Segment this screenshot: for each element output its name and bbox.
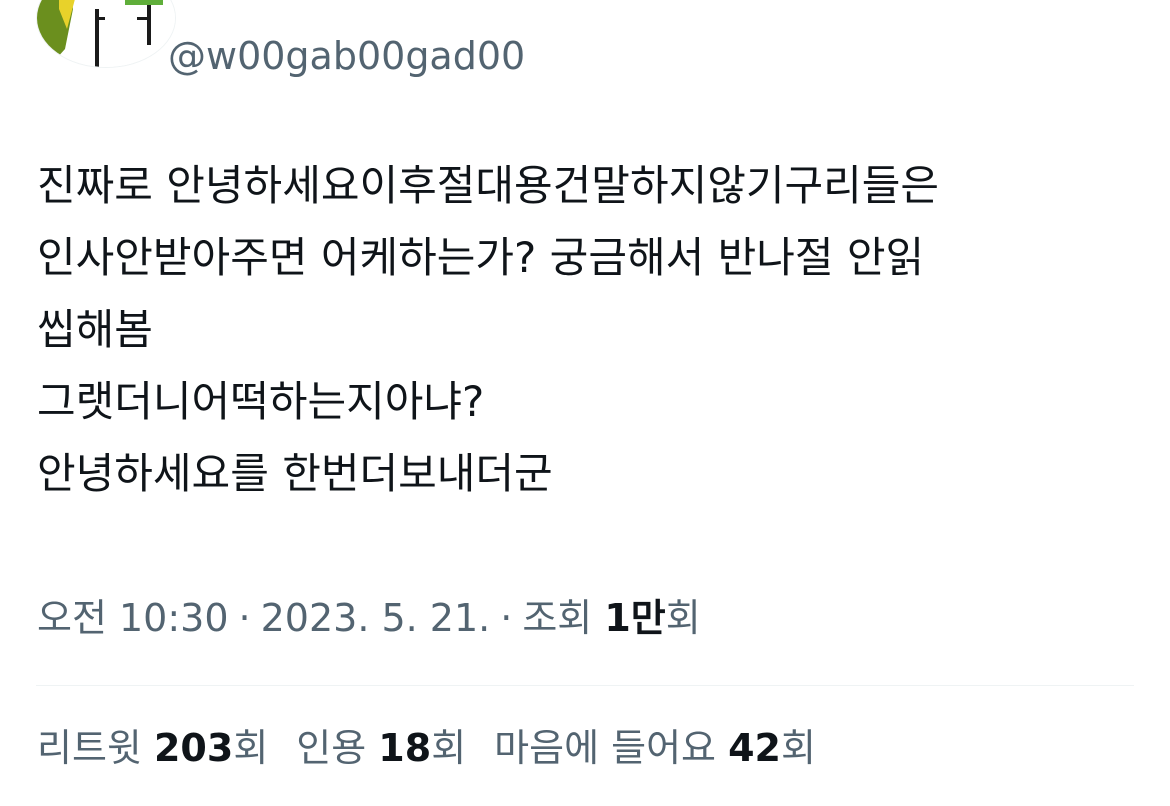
retweets-count: 203: [153, 726, 234, 770]
retweets-stat[interactable]: 리트윗 203회: [37, 718, 268, 778]
tweet-date[interactable]: 2023. 5. 21.: [261, 596, 491, 640]
meta-separator: ·: [500, 596, 513, 640]
tweet-text-line: 씹해봄: [37, 305, 153, 354]
likes-count: 42: [728, 726, 781, 770]
tweet-text-line: 진짜로 안녕하세요이후절대용건말하지않기구리들은: [37, 161, 940, 210]
tweet-text-line: 그랫더니어떡하는지아냐?: [37, 377, 485, 426]
quotes-stat[interactable]: 인용 18회: [296, 718, 466, 778]
views-suffix: 회: [665, 596, 701, 640]
tweet-meta: 오전 10:30 · 2023. 5. 21. · 조회 1만회: [37, 588, 701, 648]
quotes-label: 인용: [296, 726, 367, 770]
retweets-suffix: 회: [233, 726, 269, 770]
divider: [36, 685, 1134, 686]
retweets-label: 리트윗: [37, 726, 142, 770]
avatar[interactable]: [36, 0, 176, 68]
likes-suffix: 회: [780, 726, 816, 770]
quotes-count: 18: [378, 726, 432, 770]
tweet-time[interactable]: 오전 10:30: [37, 596, 229, 640]
likes-label: 마음에 들어요: [494, 726, 716, 770]
views-count: 1만: [604, 596, 666, 640]
author-handle[interactable]: @w00gab00gad00: [168, 36, 525, 76]
quotes-suffix: 회: [431, 726, 467, 770]
tweet-text: 진짜로 안녕하세요이후절대용건말하지않기구리들은 인사안받아주면 어케하는가? …: [37, 150, 1137, 510]
meta-separator: ·: [238, 596, 251, 640]
tweet-stats: 리트윗 203회 인용 18회 마음에 들어요 42회: [37, 718, 844, 778]
tweet-text-line: 안녕하세요를 한번더보내더군: [37, 449, 553, 498]
likes-stat[interactable]: 마음에 들어요 42회: [494, 718, 816, 778]
tweet-text-line: 인사안받아주면 어케하는가? 궁금해서 반나절 안읽: [37, 233, 925, 282]
views-label: 조회: [522, 596, 593, 640]
tweet-header: [36, 0, 176, 68]
